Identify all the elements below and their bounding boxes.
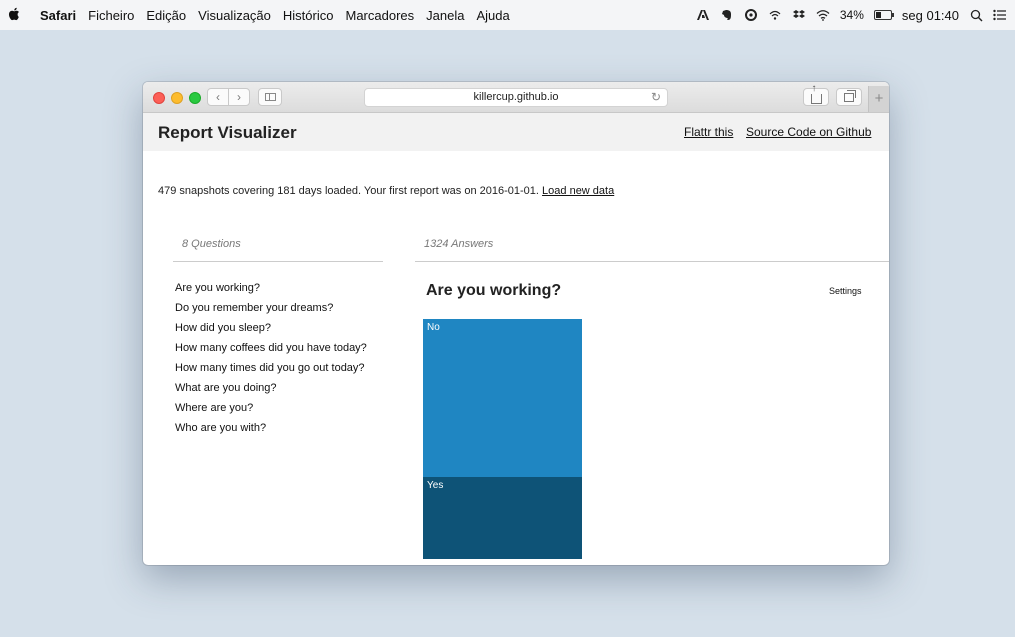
chevron-right-icon: › (237, 90, 241, 104)
questions-divider (173, 261, 383, 262)
menu-ficheiro[interactable]: Ficheiro (88, 8, 134, 23)
battery-fill (875, 12, 881, 18)
notification-center-icon[interactable] (993, 9, 1007, 21)
menu-bar: Safari Ficheiro Edição Visualização Hist… (0, 0, 1015, 30)
spotlight-search-icon[interactable] (969, 9, 983, 22)
new-tab-button[interactable]: + (868, 86, 889, 112)
answer-bar-yes[interactable]: Yes (423, 477, 582, 559)
answers-heading: 1324 Answers (424, 238, 494, 250)
question-item[interactable]: Who are you with? (175, 418, 367, 438)
menu-visualizacao[interactable]: Visualização (198, 8, 271, 23)
menu-app-name[interactable]: Safari (40, 8, 76, 23)
question-item[interactable]: How many coffees did you have today? (175, 338, 367, 358)
menu-edicao[interactable]: Edição (146, 8, 186, 23)
load-status: 479 snapshots covering 181 days loaded. … (158, 185, 614, 197)
tabs-overview-icon (844, 89, 856, 102)
chevron-left-icon: ‹ (216, 90, 220, 104)
share-icon (810, 83, 822, 104)
safari-window: ‹ › killercup.github.io ↻ + Report Visua… (143, 82, 889, 565)
fullscreen-window-button[interactable] (189, 92, 201, 104)
close-window-button[interactable] (153, 92, 165, 104)
menu-marcadores[interactable]: Marcadores (345, 8, 414, 23)
apple-icon[interactable] (8, 7, 22, 24)
show-tabs-button[interactable] (836, 88, 862, 106)
question-item[interactable]: Where are you? (175, 398, 367, 418)
load-status-text: 479 snapshots covering 181 days loaded. … (158, 185, 539, 197)
settings-link[interactable]: Settings (829, 286, 862, 296)
browser-toolbar: ‹ › killercup.github.io ↻ + (143, 82, 889, 113)
dropbox-icon[interactable] (792, 9, 806, 21)
address-bar-url: killercup.github.io (473, 91, 559, 103)
minimize-window-button[interactable] (171, 92, 183, 104)
answer-bar-no[interactable]: No (423, 319, 582, 477)
adobe-icon[interactable] (696, 9, 710, 21)
battery-percent[interactable]: 34% (840, 8, 864, 22)
load-new-data-link[interactable]: Load new data (542, 185, 614, 197)
reload-icon[interactable]: ↻ (651, 89, 661, 106)
wireless-icon[interactable] (768, 9, 782, 21)
back-button[interactable]: ‹ (207, 88, 229, 106)
menu-janela[interactable]: Janela (426, 8, 464, 23)
question-item[interactable]: How did you sleep? (175, 318, 367, 338)
question-item[interactable]: What are you doing? (175, 378, 367, 398)
page-content: Report Visualizer Flattr this Source Cod… (143, 113, 889, 565)
menu-ajuda[interactable]: Ajuda (476, 8, 509, 23)
menu-clock[interactable]: seg 01:40 (902, 8, 959, 23)
sidebar-toggle-button[interactable] (258, 88, 282, 106)
battery-icon[interactable] (873, 10, 894, 20)
wifi-icon[interactable] (816, 9, 830, 21)
evernote-icon[interactable] (720, 9, 734, 21)
forward-button[interactable]: › (228, 88, 250, 106)
target-icon[interactable] (744, 9, 758, 21)
answer-bar-label: No (427, 322, 440, 333)
status-tray: 34% seg 01:40 (696, 8, 1007, 23)
app-header: Report Visualizer Flattr this Source Cod… (143, 113, 889, 151)
source-code-link[interactable]: Source Code on Github (746, 125, 871, 139)
selected-question-title: Are you working? (426, 282, 562, 299)
question-item[interactable]: Are you working? (175, 278, 367, 298)
answer-bar-label: Yes (427, 480, 444, 491)
question-item[interactable]: Do you remember your dreams? (175, 298, 367, 318)
questions-heading: 8 Questions (182, 238, 241, 250)
menu-historico[interactable]: Histórico (283, 8, 334, 23)
question-item[interactable]: How many times did you go out today? (175, 358, 367, 378)
share-button[interactable] (803, 83, 829, 106)
question-list: Are you working? Do you remember your dr… (175, 278, 367, 438)
sidebar-icon (264, 93, 276, 101)
flattr-link[interactable]: Flattr this (684, 125, 733, 139)
page-title: Report Visualizer (158, 123, 297, 142)
address-bar[interactable]: killercup.github.io ↻ (364, 88, 668, 107)
plus-icon: + (874, 90, 884, 107)
answers-divider (415, 261, 889, 262)
